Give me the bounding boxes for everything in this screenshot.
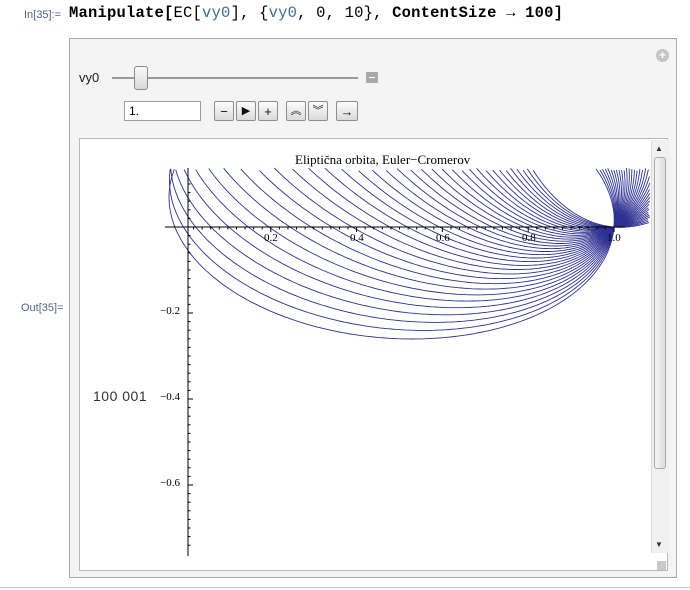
orbit-line [169,168,616,331]
orbit-plot [165,167,651,556]
plot-title: Eliptična orbita, Euler−Cromerov [295,152,471,167]
x-tick-label: 1.0 [607,232,621,244]
output-count-label: 100 001 [93,388,148,404]
y-tick-label: −0.2 [160,305,180,317]
scroll-down-icon[interactable]: ▼ [655,540,663,549]
scrollbar-thumb[interactable] [654,157,666,469]
x-tick-label: 0.2 [264,232,278,244]
scroll-up-icon[interactable]: ▲ [655,144,663,153]
y-tick-label: −0.6 [160,477,180,489]
x-tick-label: 0.8 [522,232,536,244]
x-tick-label: 0.6 [436,232,450,244]
orbit-curves [168,167,651,340]
cell-divider [0,587,690,588]
orbit-line [259,170,624,280]
horizontal-scroll-area [80,556,651,570]
x-tick-label: 0.4 [350,232,364,244]
orbit-line [223,167,621,290]
y-tick-label: −0.4 [160,391,180,403]
resize-grip-icon[interactable] [657,561,666,570]
